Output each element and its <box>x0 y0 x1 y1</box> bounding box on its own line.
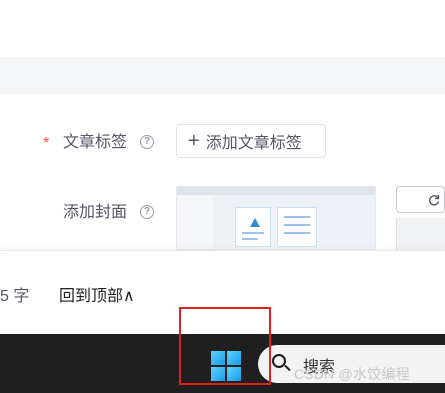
thumbnail-card <box>277 207 317 247</box>
windows-logo-pane <box>211 351 225 365</box>
windows-logo-pane <box>227 367 241 381</box>
back-to-top-link[interactable]: 回到顶部∧ <box>59 282 135 306</box>
thumbnail-line <box>284 216 310 218</box>
cover-label: 添加封面 <box>63 204 128 221</box>
windows-logo-pane <box>227 351 241 365</box>
tags-label: 文章标签 <box>63 134 128 151</box>
section-divider-band <box>0 57 445 94</box>
refresh-cover-button[interactable] <box>396 186 445 213</box>
word-count: 5 字 <box>0 288 30 305</box>
add-tag-button[interactable]: + 添加文章标签 <box>176 124 326 158</box>
windows-logo-pane <box>211 367 225 381</box>
csdn-watermark: CSDN @水饺编程 <box>294 366 410 382</box>
tags-help-icon[interactable]: ? <box>140 135 154 149</box>
search-icon <box>272 354 291 372</box>
windows-start-icon[interactable] <box>211 351 241 381</box>
cover-help-icon[interactable]: ? <box>140 205 154 219</box>
thumbnail-line <box>242 232 264 234</box>
thumbnail-toolbar <box>177 187 375 195</box>
page-top-area <box>0 0 445 57</box>
thumbnail-line <box>284 232 310 234</box>
plus-icon: + <box>188 130 200 152</box>
thumbnail-line <box>242 238 258 240</box>
cover-thumbnail-secondary[interactable] <box>396 218 445 250</box>
thumbnail-line <box>284 224 310 226</box>
cover-image-thumbnail[interactable] <box>176 186 376 250</box>
required-asterisk: * <box>43 135 50 152</box>
refresh-icon <box>428 195 440 206</box>
add-tag-button-label: 添加文章标签 <box>205 135 302 152</box>
azure-logo-icon <box>250 218 260 227</box>
thumbnail-card <box>235 207 271 247</box>
thumbnail-sidebar <box>177 195 213 249</box>
